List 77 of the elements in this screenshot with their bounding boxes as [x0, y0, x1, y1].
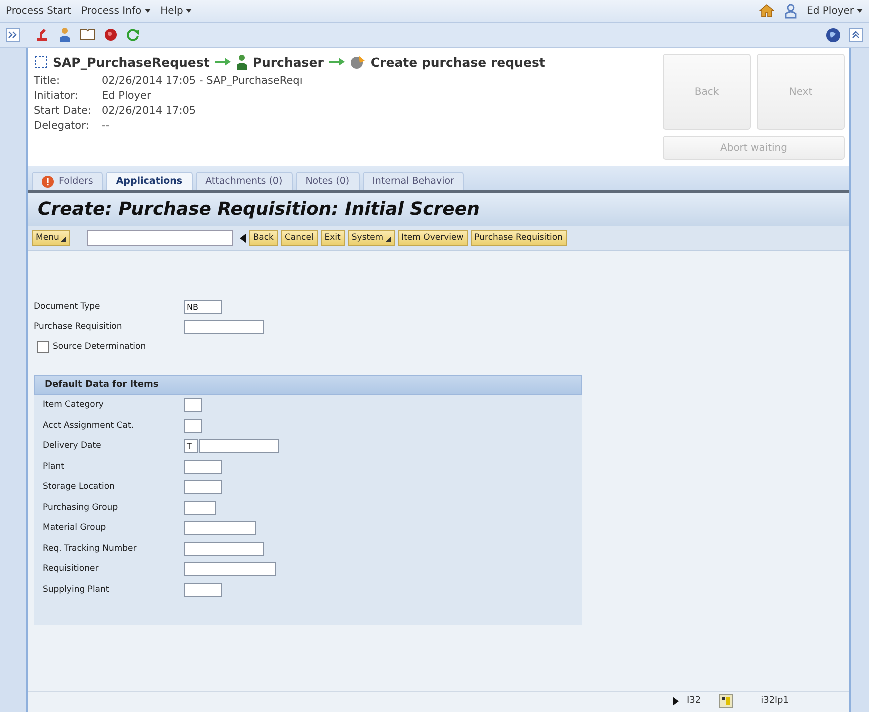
input-field[interactable]	[184, 320, 264, 334]
breadcrumb-item: Create purchase request	[370, 54, 546, 70]
toolbar-button[interactable]: Back	[249, 230, 278, 246]
detail-value: Ed Ployer	[102, 90, 152, 102]
person-icon	[236, 54, 248, 70]
field-label: Plant	[43, 462, 66, 472]
menu-item[interactable]: Process Info	[82, 6, 142, 16]
field-label: Req. Tracking Number	[43, 544, 138, 554]
field-label: Purchasing Group	[43, 502, 120, 512]
breadcrumb-item: SAP_PurchaseRequest	[53, 54, 210, 70]
field-label: Acct Assignment Cat.	[43, 420, 135, 430]
input-field[interactable]	[184, 398, 202, 412]
toolbar-button[interactable]: System	[348, 230, 395, 246]
detail-value: 02/26/2014 17:05	[102, 105, 198, 117]
menu-item[interactable]: Process Start	[6, 6, 72, 16]
collapse-icon[interactable]	[849, 28, 863, 42]
system-name: I32	[686, 696, 702, 706]
field-label: Item Category	[43, 400, 105, 410]
globe-icon[interactable]	[826, 28, 841, 42]
input-field[interactable]	[184, 500, 216, 514]
user-icon[interactable]	[785, 4, 798, 18]
input-field[interactable]	[184, 418, 202, 432]
arrow-icon	[328, 58, 345, 66]
detail-value: --	[102, 120, 111, 132]
input-field[interactable]	[184, 521, 256, 535]
checkbox[interactable]	[37, 341, 49, 353]
process-icon	[34, 55, 48, 69]
caret-icon[interactable]	[857, 9, 863, 13]
input-field[interactable]	[199, 439, 279, 453]
field-label: Purchase Requisition	[34, 322, 124, 332]
caret-icon[interactable]	[144, 9, 151, 13]
tab[interactable]: Attachments (0)	[196, 172, 293, 190]
input-field[interactable]	[184, 542, 264, 556]
server-name: i32lp1	[761, 696, 789, 706]
user-menu[interactable]: Ed Ployer	[807, 6, 854, 16]
tab[interactable]: Internal Behavior	[362, 172, 464, 190]
toolbar-button[interactable]: Purchase Requisition	[470, 230, 567, 246]
screen-title: Create: Purchase Requisition: Initial Screen	[28, 193, 849, 226]
refresh-icon[interactable]	[126, 28, 140, 42]
detail-value: 02/26/2014 17:05 - SAP_PurchaseReqı	[102, 75, 304, 87]
field-label: Material Group	[43, 523, 108, 533]
input-field[interactable]	[184, 460, 222, 474]
expand-icon[interactable]	[6, 28, 20, 42]
input-field[interactable]	[184, 562, 276, 576]
command-field[interactable]	[87, 230, 234, 246]
group-title: Default Data for Items	[34, 375, 582, 395]
tab[interactable]: Applications	[106, 172, 193, 190]
input-field[interactable]	[184, 480, 222, 494]
detail-label: Title:	[34, 75, 62, 87]
field-label: Delivery Date	[43, 441, 102, 451]
expand-arrow-icon[interactable]	[672, 696, 679, 706]
tab[interactable]: Folders	[32, 172, 104, 190]
field-label: Storage Location	[43, 482, 116, 492]
toolbar-button[interactable]: Cancel	[280, 230, 318, 246]
field-label: Supplying Plant	[43, 584, 110, 594]
record-icon[interactable]	[104, 28, 118, 42]
tab[interactable]: Notes (0)	[296, 172, 360, 190]
detail-label: Initiator:	[34, 90, 80, 102]
caret-icon[interactable]	[186, 9, 192, 13]
field-label: Requisitioner	[43, 564, 100, 574]
field-label: Document Type	[34, 302, 102, 312]
toolbar-button[interactable]: Menu	[32, 230, 70, 246]
menu-item[interactable]: Help	[160, 6, 184, 16]
toolbar-button[interactable]: Exit	[320, 230, 345, 246]
home-icon[interactable]	[759, 4, 776, 18]
person-icon[interactable]	[58, 27, 72, 43]
input-field[interactable]: NB	[184, 300, 222, 314]
detail-label: Start Date:	[34, 105, 93, 117]
collapse-arrow-icon[interactable]	[240, 234, 246, 242]
status-icon	[719, 694, 734, 708]
input-field[interactable]	[184, 582, 222, 596]
field-label: Source Determination	[53, 342, 146, 352]
breadcrumb-item: Purchaser	[252, 54, 324, 70]
detail-label: Delegator:	[34, 120, 90, 132]
toolbar-button[interactable]: Item Overview	[398, 230, 468, 246]
input-field[interactable]: T	[184, 439, 198, 453]
arrow-icon	[214, 58, 231, 66]
